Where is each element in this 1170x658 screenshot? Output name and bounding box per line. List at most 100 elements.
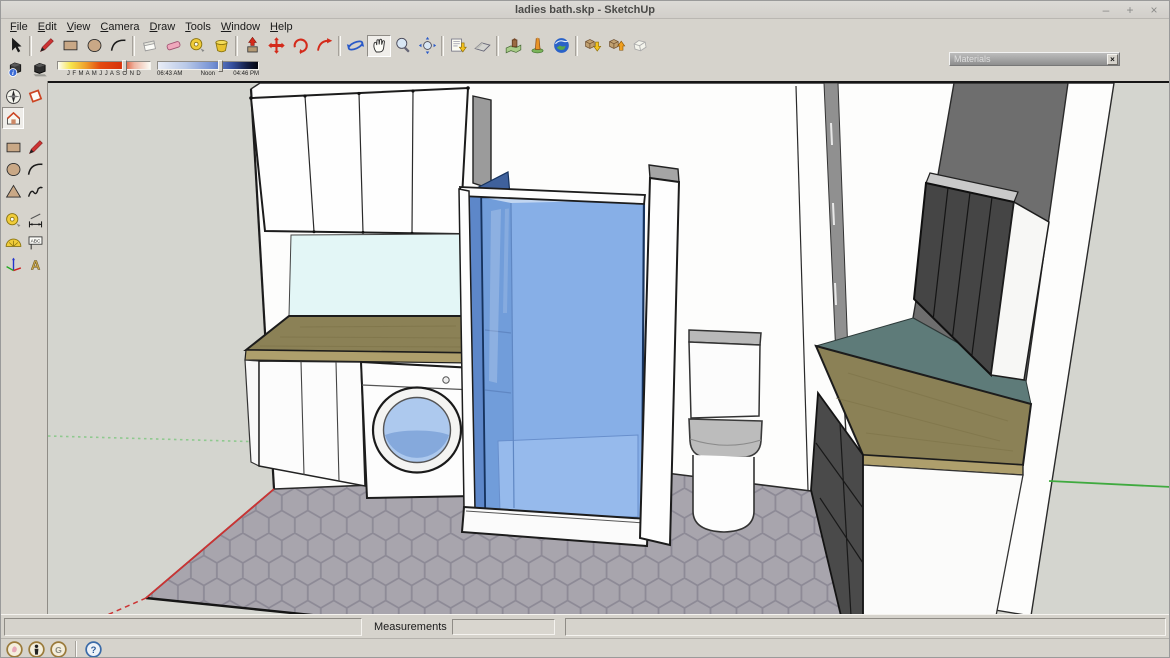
eraser-tool-button[interactable] — [161, 35, 185, 57]
move-tool-button[interactable] — [264, 35, 288, 57]
materials-panel[interactable]: Materials × — [949, 52, 1120, 66]
menu-view[interactable]: View — [62, 21, 96, 33]
menu-edit[interactable]: Edit — [33, 21, 62, 33]
arc-icon — [26, 160, 45, 179]
line-tool-button-left[interactable] — [24, 136, 46, 158]
get-current-view-button[interactable] — [446, 35, 470, 57]
dimension-tool-button[interactable] — [24, 209, 46, 231]
photo-texture-button[interactable] — [525, 35, 549, 57]
follow-me-button[interactable] — [312, 35, 336, 57]
place-model-button[interactable] — [501, 35, 525, 57]
date-slider-thumb[interactable] — [122, 60, 127, 72]
move-arrows-icon — [267, 36, 286, 55]
shadow-time-slider[interactable] — [157, 61, 259, 70]
push-pull-button[interactable] — [240, 35, 264, 57]
arc-tool-button[interactable] — [106, 35, 130, 57]
status-medallion-3[interactable]: G — [49, 640, 68, 658]
rectangle-icon — [61, 36, 80, 55]
wood-countertop-left[interactable] — [245, 316, 471, 363]
3d-text-tool-button[interactable]: A — [24, 253, 46, 275]
section-plane-button[interactable] — [24, 85, 46, 107]
wall-side-strip[interactable] — [473, 96, 491, 189]
text-tool-button[interactable]: ABC — [24, 231, 46, 253]
zoom-tool-button[interactable] — [391, 35, 415, 57]
component-box-icon — [140, 36, 159, 55]
time-end-label: 04:46 PM — [233, 71, 259, 77]
tile-backsplash[interactable] — [289, 234, 468, 316]
orbit-tool-button[interactable] — [343, 35, 367, 57]
tape-measure-button[interactable] — [185, 35, 209, 57]
time-slider-thumb[interactable] — [218, 60, 223, 72]
model-viewport[interactable] — [48, 81, 1170, 614]
white-lower-cabinets[interactable] — [863, 465, 1023, 614]
measurements-input[interactable] — [452, 619, 555, 635]
materials-panel-title: Materials — [950, 54, 1107, 64]
rectangle-tool-button[interactable] — [58, 35, 82, 57]
eraser-icon — [164, 36, 183, 55]
menu-tools[interactable]: Tools — [180, 21, 216, 33]
help-question-icon: ? — [84, 640, 103, 658]
toilet[interactable] — [689, 330, 762, 532]
compass-tool-button[interactable] — [2, 85, 24, 107]
toggle-terrain-button[interactable] — [470, 35, 494, 57]
zoom-extents-button[interactable] — [415, 35, 439, 57]
model-canvas[interactable] — [48, 83, 1170, 614]
toolbar-separator — [338, 36, 341, 56]
toolbar-separator — [575, 36, 578, 56]
status-medallion-2[interactable] — [27, 640, 46, 658]
protractor-tool-button[interactable] — [2, 231, 24, 253]
freehand-icon — [26, 182, 45, 201]
get-models-button[interactable] — [580, 35, 604, 57]
axes-tool-button[interactable] — [2, 253, 24, 275]
menu-draw[interactable]: Draw — [145, 21, 181, 33]
protractor-icon — [4, 233, 23, 252]
make-component-button[interactable] — [137, 35, 161, 57]
circle-tool-button[interactable] — [82, 35, 106, 57]
arc-tool-button-left[interactable] — [24, 158, 46, 180]
section-cut-button[interactable] — [2, 107, 24, 129]
shadow-settings-icon: i — [6, 60, 25, 79]
circle-icon — [4, 160, 23, 179]
freehand-tool-button[interactable] — [24, 180, 46, 202]
wall-cabinets[interactable] — [249, 86, 470, 235]
tape-measure-icon — [4, 211, 23, 230]
close-button[interactable]: × — [1147, 3, 1161, 17]
share-component-button[interactable] — [628, 35, 652, 57]
share-model-icon — [607, 36, 626, 55]
shadow-settings-button[interactable]: i — [3, 58, 27, 80]
google-earth-globe-icon — [552, 36, 571, 55]
photo-texture-icon — [528, 36, 547, 55]
shadow-date-slider[interactable] — [57, 61, 151, 70]
svg-text:i: i — [12, 69, 14, 76]
paint-bucket-button[interactable] — [209, 35, 233, 57]
menu-file[interactable]: File — [5, 21, 33, 33]
materials-close-button[interactable]: × — [1107, 54, 1118, 65]
menu-camera[interactable]: Camera — [95, 21, 144, 33]
base-cabinets[interactable] — [245, 360, 365, 486]
shadow-date-slider-group: J F M A M J J A S O N D — [57, 61, 151, 77]
line-tool-button[interactable] — [34, 35, 58, 57]
shadow-toggle-button[interactable] — [27, 58, 51, 80]
circle-tool-button-left[interactable] — [2, 158, 24, 180]
compass-icon — [4, 87, 23, 106]
rectangle-icon — [4, 138, 23, 157]
menu-window[interactable]: Window — [216, 21, 265, 33]
select-tool-button[interactable] — [3, 35, 27, 57]
rotate-tool-button[interactable] — [288, 35, 312, 57]
rectangle-tool-button-left[interactable] — [2, 136, 24, 158]
status-medallion-1[interactable] — [5, 640, 24, 658]
tape-measure-button-left[interactable] — [2, 209, 24, 231]
washing-machine[interactable] — [361, 362, 474, 498]
maximize-button[interactable]: + — [1123, 3, 1137, 17]
menu-help[interactable]: Help — [265, 21, 298, 33]
sketchup-window: ladies bath.skp - SketchUp – + × File Ed… — [0, 0, 1170, 658]
google-earth-button[interactable] — [549, 35, 573, 57]
help-button[interactable]: ? — [84, 640, 103, 658]
minimize-button[interactable]: – — [1099, 3, 1113, 17]
pan-tool-button[interactable] — [367, 35, 391, 57]
title-bar[interactable]: ladies bath.skp - SketchUp – + × — [1, 1, 1169, 19]
share-model-button[interactable] — [604, 35, 628, 57]
shadow-toggle-icon — [30, 60, 49, 79]
push-pull-icon — [243, 36, 262, 55]
polygon-tool-button[interactable] — [2, 180, 24, 202]
